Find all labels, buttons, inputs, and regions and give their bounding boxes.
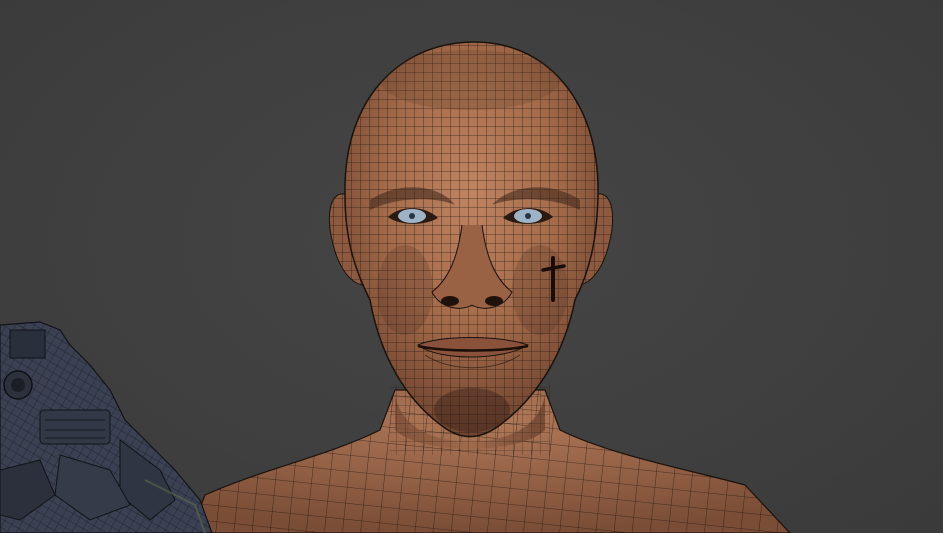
render-canvas (0, 41, 791, 533)
weapon-mesh (0, 321, 213, 533)
3d-viewport[interactable] (0, 0, 943, 533)
